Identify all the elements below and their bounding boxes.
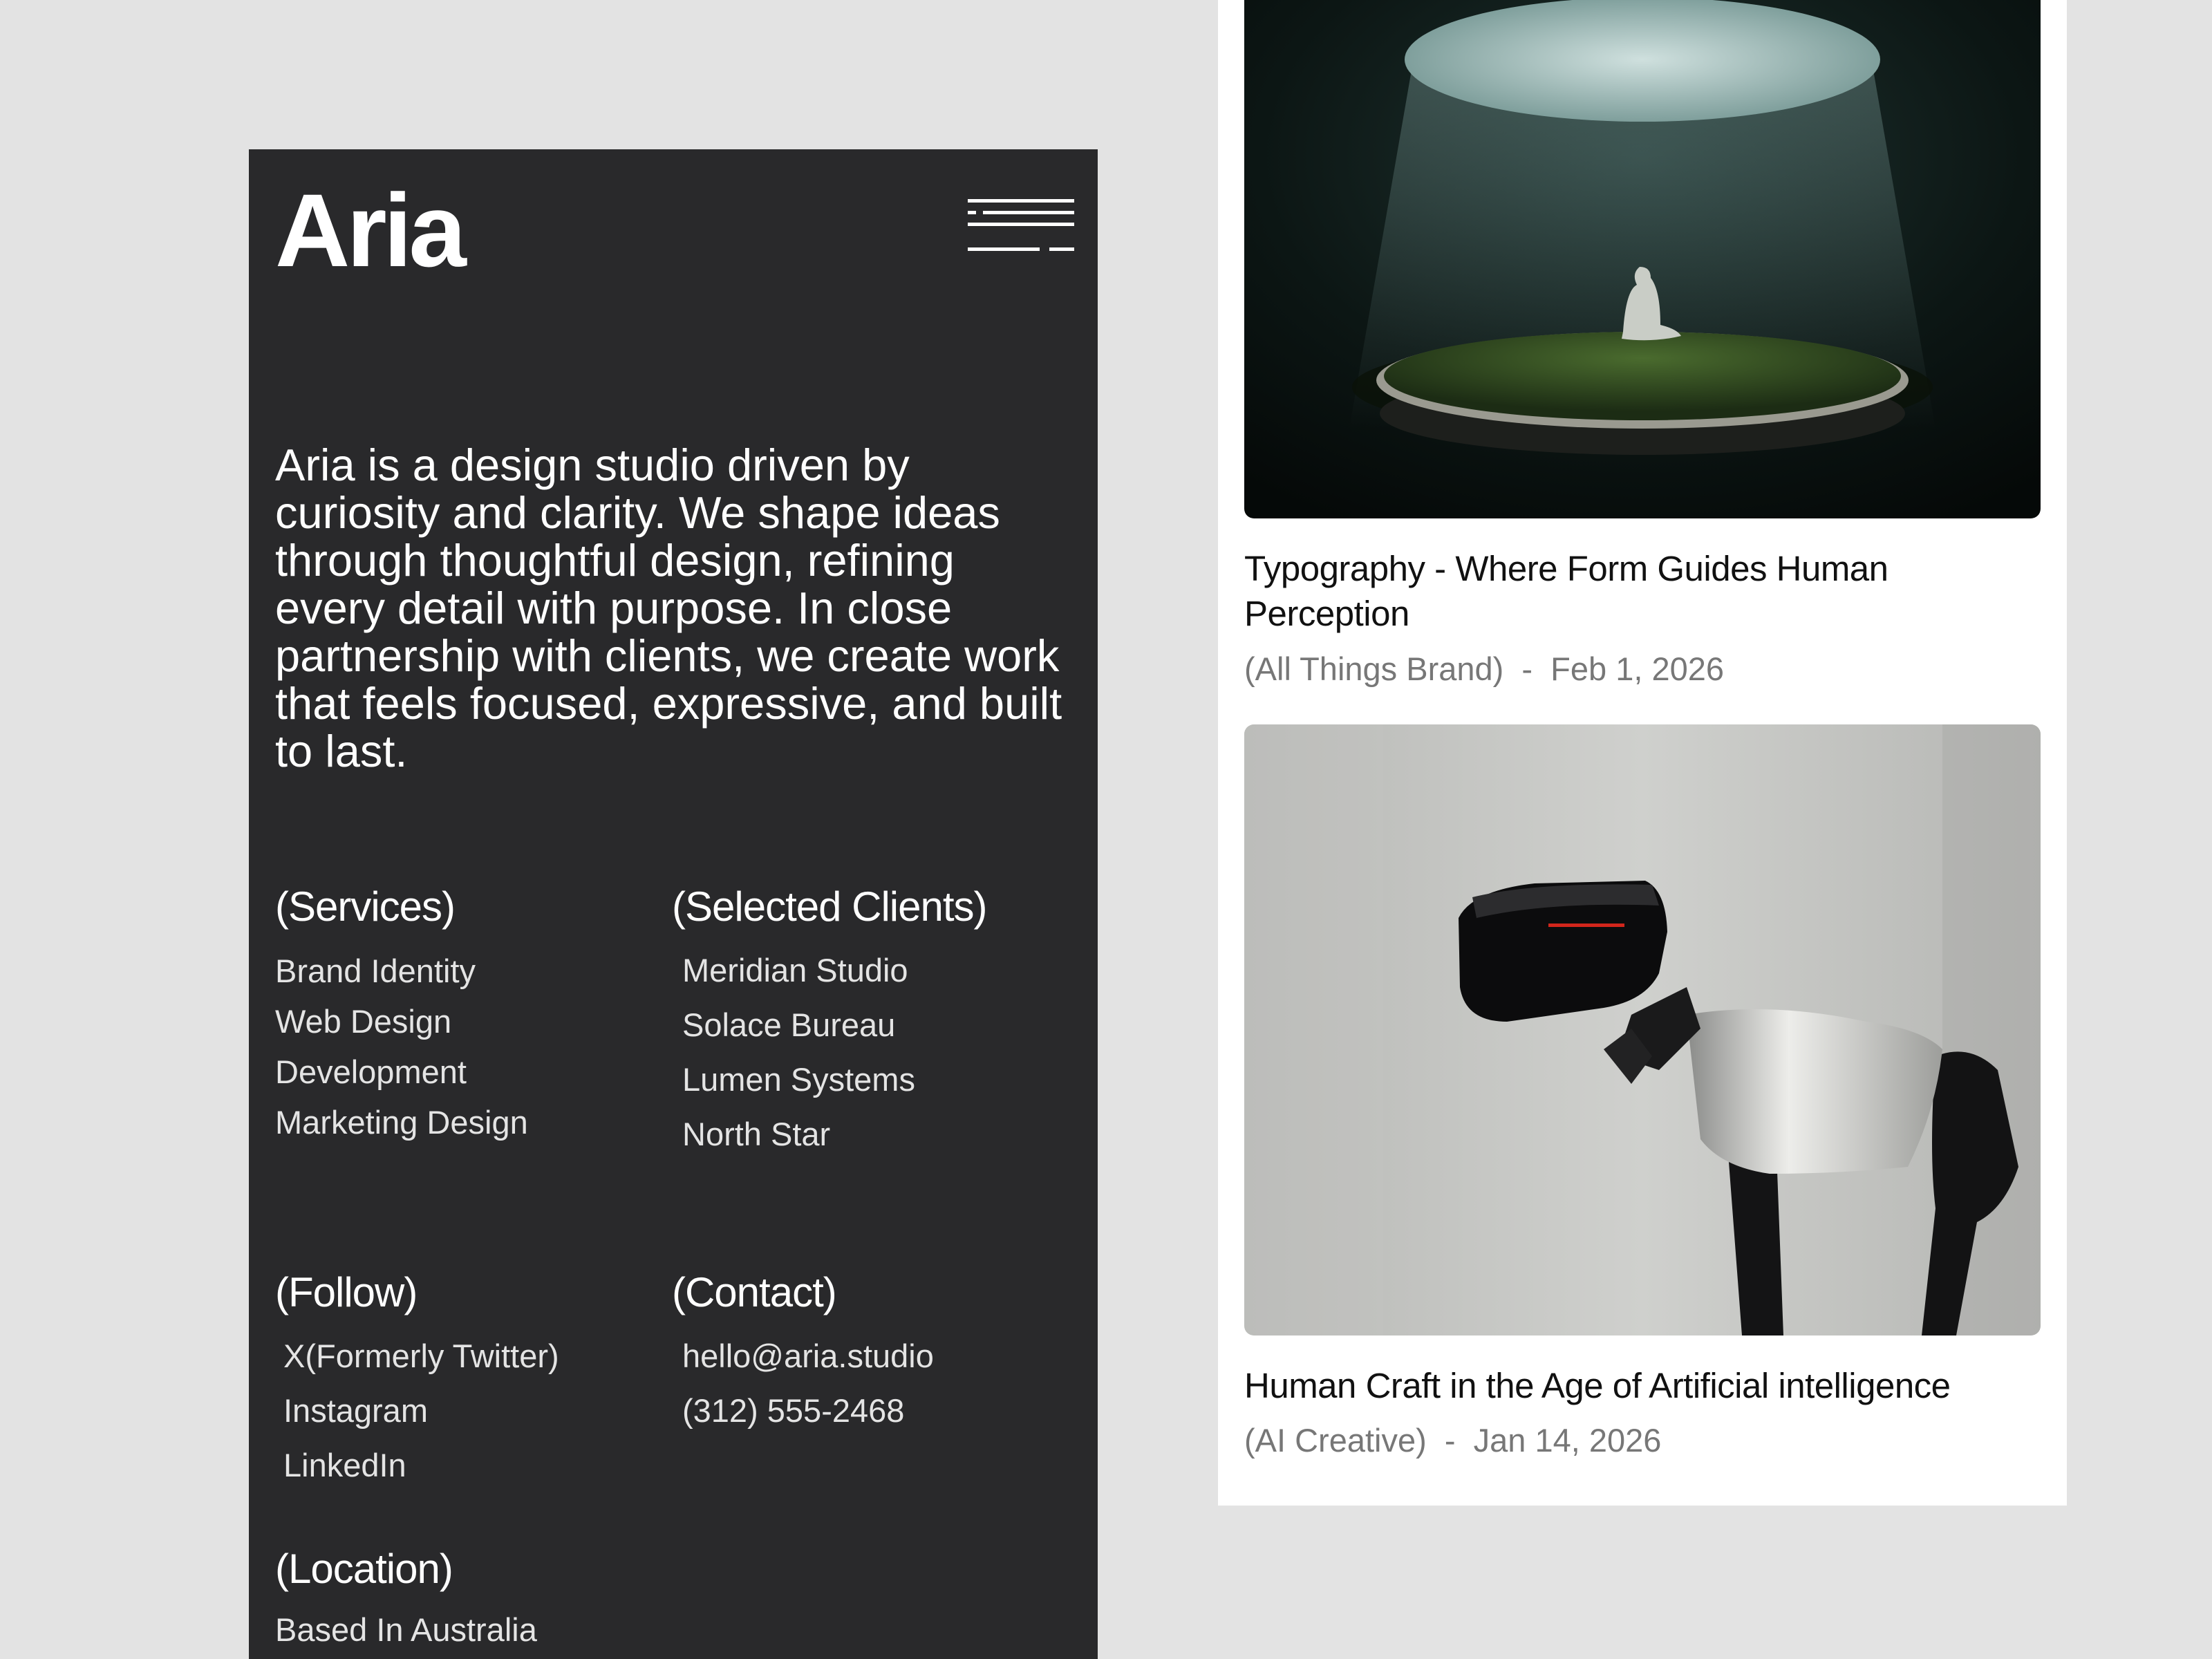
studio-info-panel: Aria Aria is a design studio driven by c… — [249, 149, 1098, 1659]
article-image-ai[interactable] — [1244, 724, 2041, 1335]
services-list: Brand Identity Web Design Development Ma… — [275, 946, 528, 1147]
article-meta: (All Things Brand) - Feb 1, 2026 — [1244, 650, 1725, 687]
hamburger-menu-icon — [968, 199, 1074, 251]
article-meta: (AI Creative) - Jan 14, 2026 — [1244, 1422, 1662, 1459]
contact-phone-link[interactable]: (312) 555-2468 — [682, 1383, 934, 1438]
social-link-instagram[interactable]: Instagram — [283, 1383, 559, 1438]
service-item[interactable]: Development — [275, 1047, 528, 1097]
client-item[interactable]: Lumen Systems — [682, 1052, 915, 1107]
contact-heading: (Contact) — [672, 1269, 837, 1315]
service-item[interactable]: Web Design — [275, 996, 528, 1047]
robot-figure-image — [1244, 724, 2041, 1335]
contact-list: hello@aria.studio (312) 555-2468 — [682, 1329, 934, 1438]
article-image-typography[interactable] — [1244, 0, 2041, 518]
social-link-linkedin[interactable]: LinkedIn — [283, 1438, 559, 1492]
clients-list: Meridian Studio Solace Bureau Lumen Syst… — [682, 943, 915, 1161]
service-item[interactable]: Marketing Design — [275, 1097, 528, 1147]
articles-card: Typography - Where Form Guides Human Per… — [1218, 0, 2067, 1506]
sculpture-on-grass-image — [1244, 0, 2041, 518]
article-title[interactable]: Human Craft in the Age of Artificial int… — [1244, 1363, 2041, 1408]
menu-button[interactable] — [968, 199, 1074, 252]
client-item[interactable]: Meridian Studio — [682, 943, 915, 997]
services-heading: (Services) — [275, 883, 456, 930]
social-links-list: X(Formerly Twitter) Instagram LinkedIn — [283, 1329, 559, 1492]
location-heading: (Location) — [275, 1546, 453, 1592]
location-text: Based In Australia — [275, 1611, 537, 1648]
brand-logo[interactable]: Aria — [275, 178, 467, 282]
follow-heading: (Follow) — [275, 1269, 418, 1315]
studio-description: Aria is a design studio driven by curios… — [275, 440, 1062, 776]
article-title[interactable]: Typography - Where Form Guides Human Per… — [1244, 546, 2041, 636]
clients-heading: (Selected Clients) — [672, 883, 988, 930]
contact-email-link[interactable]: hello@aria.studio — [682, 1329, 934, 1383]
client-item[interactable]: Solace Bureau — [682, 997, 915, 1052]
service-item[interactable]: Brand Identity — [275, 946, 528, 996]
client-item[interactable]: North Star — [682, 1107, 915, 1161]
social-link-x[interactable]: X(Formerly Twitter) — [283, 1329, 559, 1383]
